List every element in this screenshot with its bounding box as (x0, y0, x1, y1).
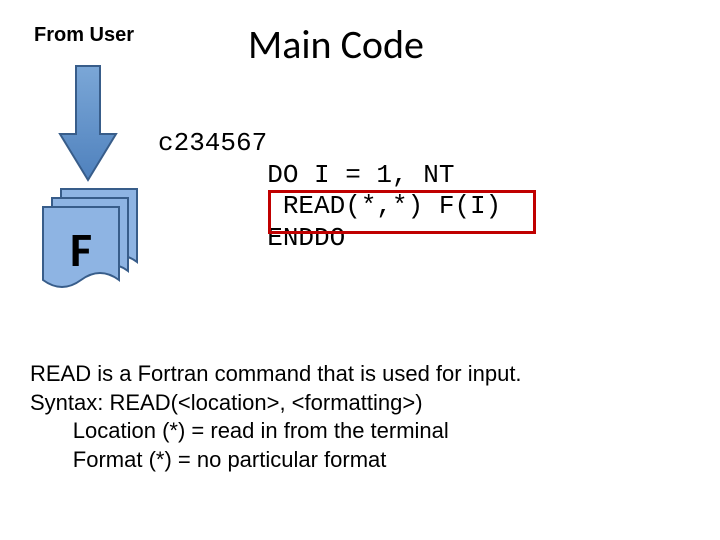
explanation-text: READ is a Fortran command that is used f… (30, 360, 522, 474)
document-letter: F (42, 220, 120, 279)
explain-line-4: Format (*) = no particular format (30, 447, 386, 472)
highlight-box (268, 190, 536, 234)
explain-line-1: READ is a Fortran command that is used f… (30, 361, 522, 386)
explain-line-3: Location (*) = read in from the terminal (30, 418, 449, 443)
code-line-2: DO I = 1, NT (158, 160, 454, 190)
code-line-1: c234567 (158, 128, 267, 158)
explain-line-2: Syntax: READ(<location>, <formatting>) (30, 390, 423, 415)
from-user-label: From User (34, 24, 134, 47)
down-arrow-icon (58, 64, 118, 187)
page-title: Main Code (248, 20, 424, 69)
document-icon: F (42, 206, 120, 298)
